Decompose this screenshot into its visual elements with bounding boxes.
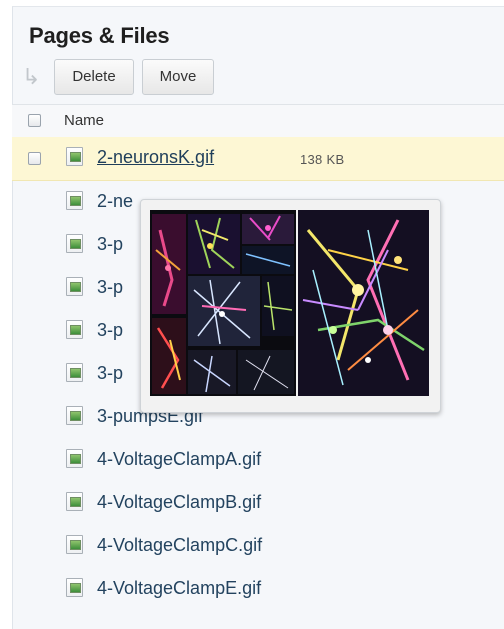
delete-button[interactable]: Delete [54, 59, 134, 95]
file-name-link[interactable]: 3-p [97, 277, 123, 298]
file-row[interactable]: 4-VoltageClampE.gif [12, 568, 504, 611]
file-name-link[interactable]: 4-VoltageClampC.gif [97, 535, 262, 556]
file-row[interactable]: 4-VoltageClampC.gif [12, 525, 504, 568]
table-header: Name [12, 104, 504, 138]
preview-image-collage [150, 210, 296, 396]
file-row[interactable]: 4-VoltageClampA.gif [12, 439, 504, 482]
gif-file-icon [66, 492, 83, 511]
panel-title: Pages & Files [29, 23, 170, 48]
gif-file-icon [66, 363, 83, 382]
file-name-link[interactable]: 2-ne [97, 191, 133, 212]
gif-file-icon [66, 147, 83, 166]
image-preview-popup [140, 199, 441, 413]
file-size: 138 KB [300, 152, 345, 167]
file-checkbox[interactable] [28, 152, 41, 165]
file-name-link[interactable]: 3-p [97, 234, 123, 255]
file-row[interactable]: 2-neuronsK.gif 138 KB [12, 137, 504, 181]
gif-file-icon [66, 449, 83, 468]
gif-file-icon [66, 320, 83, 339]
preview-image-neurons [298, 210, 429, 396]
gif-file-icon [66, 406, 83, 425]
gif-file-icon [66, 191, 83, 210]
file-name-link[interactable]: 4-VoltageClampB.gif [97, 492, 261, 513]
name-column-header[interactable]: Name [64, 112, 104, 129]
file-name-link[interactable]: 4-VoltageClampA.gif [97, 449, 261, 470]
file-name-link[interactable]: 2-neuronsK.gif [97, 147, 214, 168]
gif-file-icon [66, 578, 83, 597]
undo-arrow-icon[interactable]: ↳ [22, 66, 42, 88]
gif-file-icon [66, 277, 83, 296]
file-name-link[interactable]: 4-VoltageClampE.gif [97, 578, 261, 599]
gif-file-icon [66, 234, 83, 253]
toolbar: ↳ Delete Move [14, 56, 492, 100]
file-name-link[interactable]: 3-p [97, 320, 123, 341]
move-button[interactable]: Move [142, 59, 214, 95]
file-row[interactable]: 4-VoltageClampB.gif [12, 482, 504, 525]
select-all-checkbox[interactable] [28, 114, 41, 127]
file-name-link[interactable]: 3-p [97, 363, 123, 384]
gif-file-icon [66, 535, 83, 554]
